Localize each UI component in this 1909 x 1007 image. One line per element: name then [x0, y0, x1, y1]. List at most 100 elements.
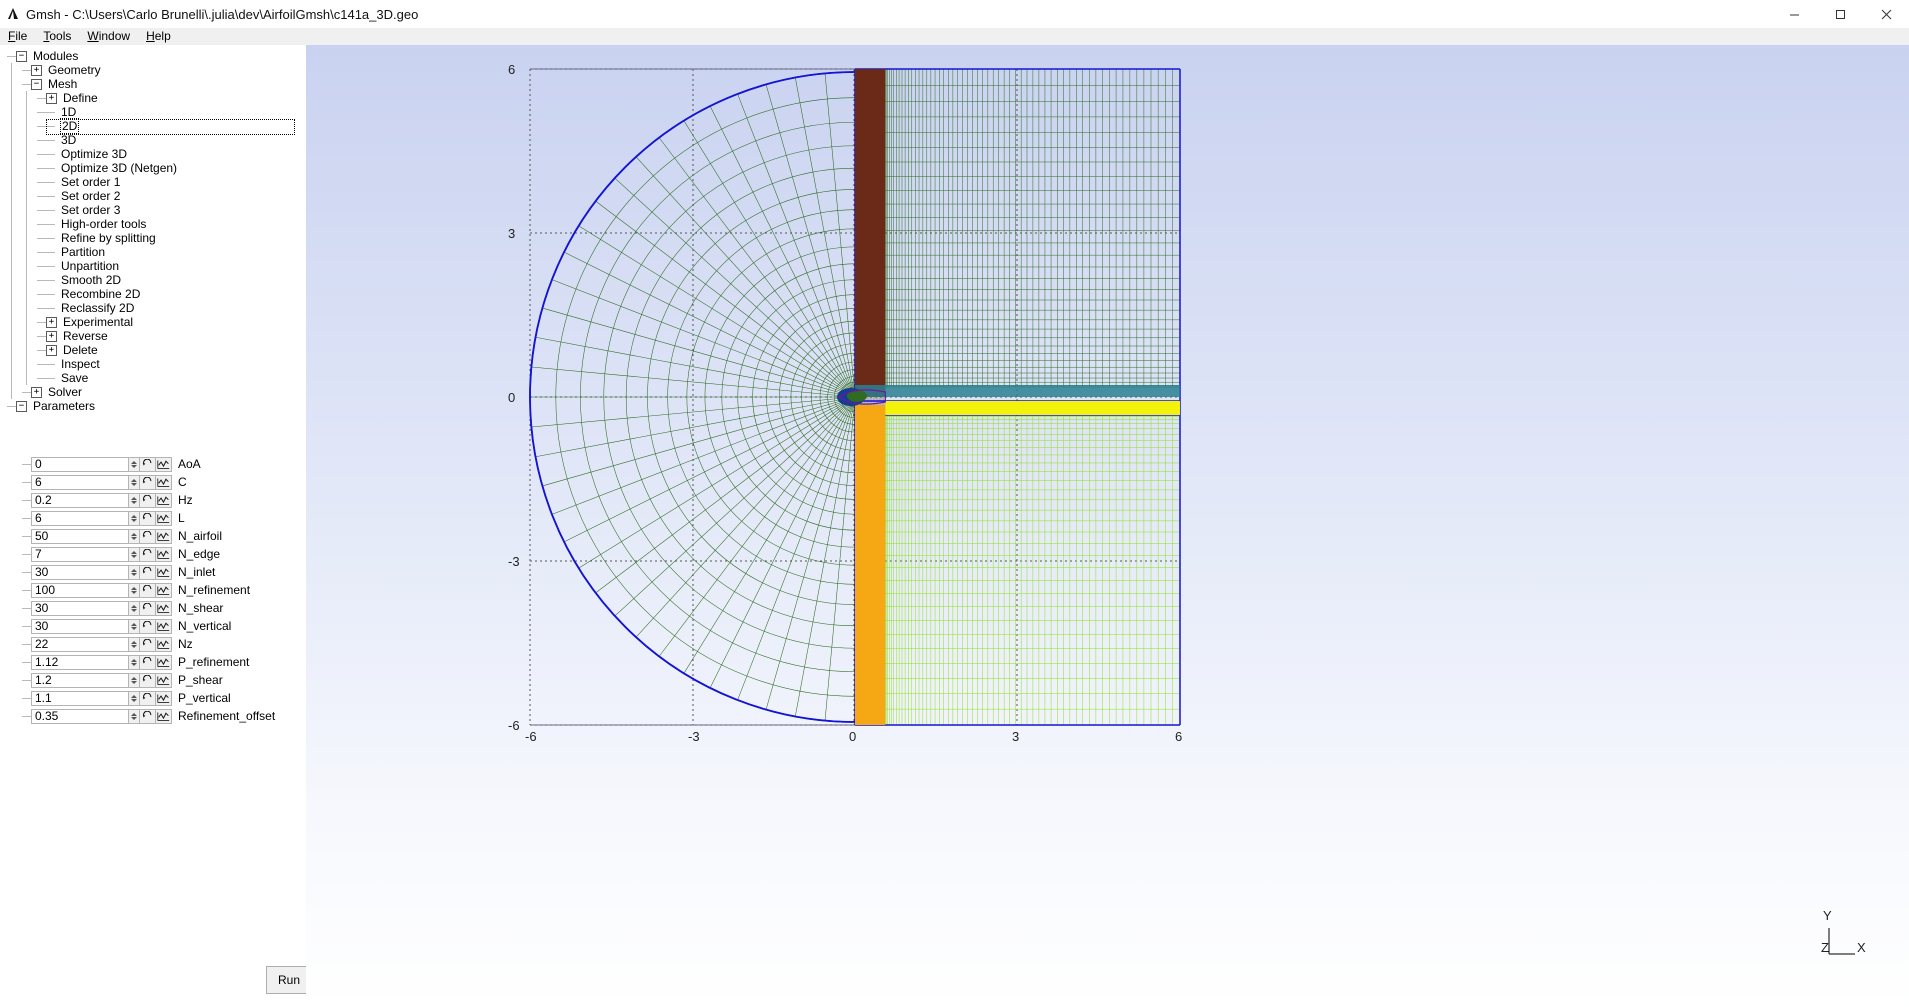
tree-item-3d[interactable]: 3D: [0, 133, 306, 147]
parameter-spinner-aoa[interactable]: [129, 456, 140, 472]
tree-item-2d[interactable]: 2D: [0, 118, 306, 135]
parameter-input-nz[interactable]: [31, 636, 129, 652]
parameter-input-n_shear[interactable]: [31, 600, 129, 616]
tree-expand-icon[interactable]: +: [46, 330, 57, 342]
parameter-spinner-n_airfoil[interactable]: [129, 528, 140, 544]
parameter-input-p_refinement[interactable]: [31, 654, 129, 670]
reload-icon[interactable]: [140, 672, 156, 688]
tree-item-refine-by-splitting[interactable]: Refine by splitting: [0, 231, 306, 245]
reload-icon[interactable]: [140, 546, 156, 562]
parameter-input-c[interactable]: [31, 474, 129, 490]
menu-tools[interactable]: Tools: [35, 28, 79, 45]
run-button[interactable]: Run: [266, 966, 306, 994]
tree-item-delete[interactable]: + Delete: [0, 343, 306, 357]
reload-icon[interactable]: [140, 690, 156, 706]
tree-item-define[interactable]: + Define: [0, 91, 306, 105]
plot-icon[interactable]: [156, 690, 172, 706]
tree-item-solver[interactable]: + Solver: [0, 385, 306, 399]
parameter-input-n_airfoil[interactable]: [31, 528, 129, 544]
tree-item-high-order-tools[interactable]: High-order tools: [0, 217, 306, 231]
parameter-input-n_edge[interactable]: [31, 546, 129, 562]
reload-icon[interactable]: [140, 474, 156, 490]
parameter-input-hz[interactable]: [31, 492, 129, 508]
plot-icon[interactable]: [156, 582, 172, 598]
tree-item-save[interactable]: Save: [0, 371, 306, 385]
parameter-spinner-n_refinement[interactable]: [129, 582, 140, 598]
parameter-input-n_refinement[interactable]: [31, 582, 129, 598]
plot-icon[interactable]: [156, 492, 172, 508]
tree-item-optimize-3d[interactable]: Optimize 3D: [0, 147, 306, 161]
parameter-input-refinement_offset[interactable]: [31, 708, 129, 724]
plot-icon[interactable]: [156, 510, 172, 526]
tree-item-geometry[interactable]: + Geometry: [0, 63, 306, 77]
tree-collapse-icon[interactable]: −: [16, 400, 27, 412]
tree-item-recombine-2d[interactable]: Recombine 2D: [0, 287, 306, 301]
tree-expand-icon[interactable]: +: [31, 386, 42, 398]
minimize-button[interactable]: [1771, 0, 1817, 28]
plot-icon[interactable]: [156, 618, 172, 634]
reload-icon[interactable]: [140, 654, 156, 670]
tree-item-unpartition[interactable]: Unpartition: [0, 259, 306, 273]
menu-help[interactable]: Help: [138, 28, 179, 45]
parameter-spinner-n_inlet[interactable]: [129, 564, 140, 580]
tree-item-set-order-3[interactable]: Set order 3: [0, 203, 306, 217]
tree-collapse-icon[interactable]: −: [16, 50, 27, 62]
reload-icon[interactable]: [140, 600, 156, 616]
tree-item-inspect[interactable]: Inspect: [0, 357, 306, 371]
parameter-spinner-p_vertical[interactable]: [129, 690, 140, 706]
parameter-input-n_vertical[interactable]: [31, 618, 129, 634]
plot-icon[interactable]: [156, 654, 172, 670]
maximize-button[interactable]: [1817, 0, 1863, 28]
plot-icon[interactable]: [156, 528, 172, 544]
parameter-input-n_inlet[interactable]: [31, 564, 129, 580]
tree-expand-icon[interactable]: +: [46, 344, 57, 356]
tree-collapse-icon[interactable]: −: [31, 78, 42, 90]
reload-icon[interactable]: [140, 636, 156, 652]
menu-file[interactable]: File: [0, 28, 35, 45]
tree-item-1d[interactable]: 1D: [0, 105, 306, 119]
parameter-input-aoa[interactable]: [31, 456, 129, 472]
tree-item-smooth-2d[interactable]: Smooth 2D: [0, 273, 306, 287]
plot-icon[interactable]: [156, 546, 172, 562]
parameter-spinner-l[interactable]: [129, 510, 140, 526]
tree-item-reclassify-2d[interactable]: Reclassify 2D: [0, 301, 306, 315]
tree-expand-icon[interactable]: +: [31, 64, 42, 76]
parameter-input-p_shear[interactable]: [31, 672, 129, 688]
plot-icon[interactable]: [156, 672, 172, 688]
tree-item-set-order-1[interactable]: Set order 1: [0, 175, 306, 189]
reload-icon[interactable]: [140, 564, 156, 580]
reload-icon[interactable]: [140, 618, 156, 634]
plot-icon[interactable]: [156, 636, 172, 652]
close-button[interactable]: [1863, 0, 1909, 28]
mesh-graphics[interactable]: [306, 45, 1909, 1007]
parameter-spinner-c[interactable]: [129, 474, 140, 490]
tree-item-experimental[interactable]: + Experimental: [0, 315, 306, 329]
tree-item-partition[interactable]: Partition: [0, 245, 306, 259]
mesh-viewport[interactable]: -6 -3 0 3 6 6 3 0 -3 -6 Y Z X: [306, 45, 1909, 1007]
menu-window[interactable]: Window: [79, 28, 138, 45]
tree-expand-icon[interactable]: +: [46, 92, 57, 104]
parameter-spinner-p_shear[interactable]: [129, 672, 140, 688]
tree-expand-icon[interactable]: +: [46, 316, 57, 328]
tree-item-optimize-3d-netgen[interactable]: Optimize 3D (Netgen): [0, 161, 306, 175]
tree-item-parameters[interactable]: − Parameters: [0, 399, 306, 413]
parameter-spinner-hz[interactable]: [129, 492, 140, 508]
parameter-spinner-p_refinement[interactable]: [129, 654, 140, 670]
reload-icon[interactable]: [140, 510, 156, 526]
parameter-spinner-nz[interactable]: [129, 636, 140, 652]
reload-icon[interactable]: [140, 456, 156, 472]
parameter-spinner-n_shear[interactable]: [129, 600, 140, 616]
tree-item-modules[interactable]: − Modules: [0, 49, 306, 63]
reload-icon[interactable]: [140, 582, 156, 598]
plot-icon[interactable]: [156, 456, 172, 472]
parameter-spinner-n_vertical[interactable]: [129, 618, 140, 634]
reload-icon[interactable]: [140, 492, 156, 508]
plot-icon[interactable]: [156, 708, 172, 724]
parameter-input-p_vertical[interactable]: [31, 690, 129, 706]
parameter-input-l[interactable]: [31, 510, 129, 526]
plot-icon[interactable]: [156, 600, 172, 616]
reload-icon[interactable]: [140, 708, 156, 724]
plot-icon[interactable]: [156, 564, 172, 580]
tree-item-reverse[interactable]: + Reverse: [0, 329, 306, 343]
plot-icon[interactable]: [156, 474, 172, 490]
